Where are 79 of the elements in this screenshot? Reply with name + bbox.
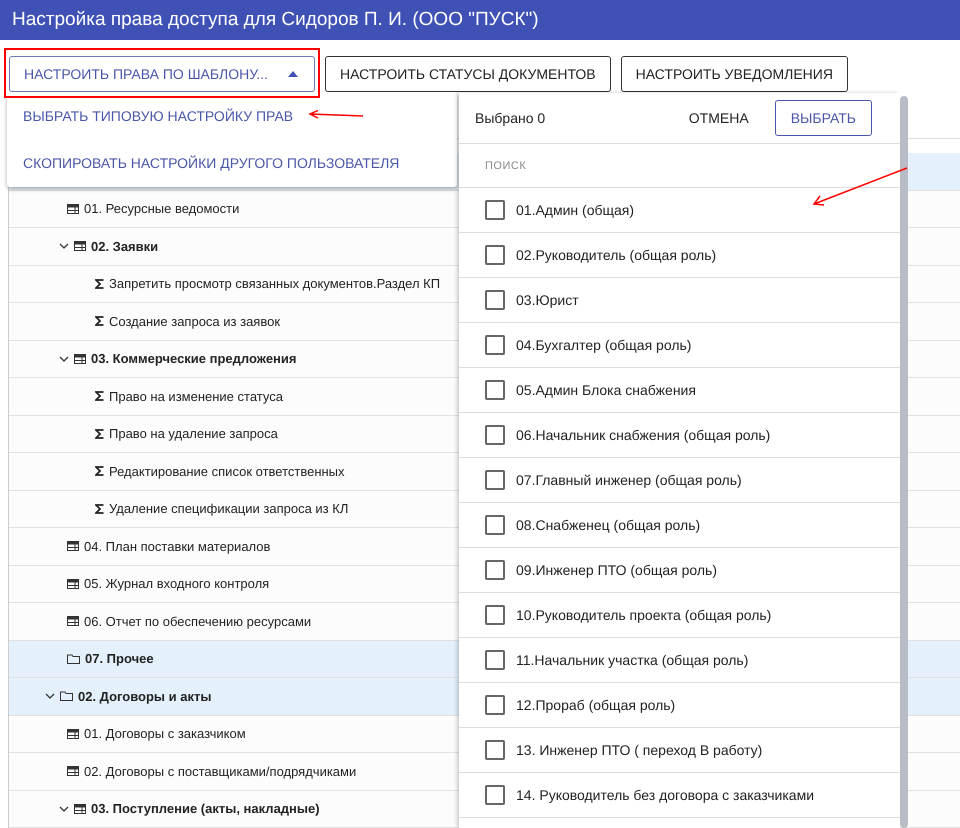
menu-item[interactable]: ВЫБРАТЬ ТИПОВУЮ НАСТРОЙКУ ПРАВ	[7, 92, 457, 139]
tree-item[interactable]: 02. Заявки	[91, 238, 158, 254]
checkbox[interactable]	[485, 380, 505, 400]
tree-item[interactable]: 04. План поставки материалов	[84, 538, 270, 554]
role-label[interactable]: 09.Инженер ПТО (общая роль)	[516, 562, 717, 578]
checkbox[interactable]	[485, 200, 505, 220]
caret-icon	[288, 71, 298, 77]
sigma-icon	[95, 504, 104, 514]
sigma-icon	[95, 391, 104, 402]
selected-count: Выбрано 0	[475, 110, 546, 126]
table-icon	[74, 241, 86, 252]
role-label[interactable]: 10.Руководитель проекта (общая роль)	[516, 607, 772, 623]
sigma-icon	[95, 278, 104, 289]
table-icon	[67, 616, 79, 626]
folder-icon	[67, 654, 80, 664]
tree-item[interactable]: 03. Поступление (акты, накладные)	[91, 801, 320, 816]
checkbox[interactable]	[485, 695, 505, 715]
checkbox[interactable]	[485, 290, 505, 310]
role-label[interactable]: 03.Юрист	[516, 292, 579, 308]
tree-item[interactable]: 05. Журнал входного контроля	[84, 576, 270, 592]
checkbox[interactable]	[485, 785, 505, 805]
tree-item[interactable]: 01. Договоры с заказчиком	[84, 726, 246, 742]
tree-item[interactable]: 06. Отчет по обеспечению ресурсами	[84, 614, 312, 629]
table-icon	[74, 354, 86, 364]
annotation-arrow	[308, 110, 364, 120]
role-label[interactable]: 08.Снабженец (общая роль)	[516, 517, 700, 533]
sigma-icon	[95, 428, 104, 439]
window-title: Настройка права доступа для Сидоров П. И. (ООО "ПУСК")	[12, 9, 539, 31]
role-label[interactable]: 11.Начальник участка (общая роль)	[516, 652, 748, 668]
role-label[interactable]: 12.Прораб (общая роль)	[516, 697, 676, 713]
chevron-icon[interactable]	[59, 806, 69, 812]
table-icon	[67, 766, 79, 776]
select-button[interactable]: ВЫБРАТЬ	[774, 100, 872, 136]
template-menu-button[interactable]: НАСТРОИТЬ ПРАВА ПО ШАБЛОНУ...	[9, 56, 315, 92]
cancel-button[interactable]: ОТМЕНА	[676, 104, 761, 132]
checkbox[interactable]	[485, 740, 505, 760]
table-icon	[67, 541, 79, 552]
role-label[interactable]: 01.Админ (общая)	[516, 202, 634, 218]
tree-item[interactable]: Создание запроса из заявок	[109, 314, 280, 329]
chevron-icon[interactable]	[59, 243, 69, 250]
chevron-icon[interactable]	[59, 356, 69, 362]
checkbox[interactable]	[485, 515, 505, 535]
table-icon	[67, 728, 79, 739]
role-label[interactable]: 06.Начальник снабжения (общая роль)	[516, 427, 770, 443]
tree-item[interactable]: Удаление спецификации запроса из КЛ	[109, 501, 348, 516]
role-label[interactable]: 02.Руководитель (общая роль)	[516, 247, 716, 263]
menu-item[interactable]: СКОПИРОВАТЬ НАСТРОЙКИ ДРУГОГО ПОЛЬЗОВАТЕЛЯ	[7, 139, 457, 186]
tree-item[interactable]: 03. Коммерческие предложения	[91, 351, 296, 366]
tree-item[interactable]: 07. Прочее	[85, 651, 154, 666]
checkbox[interactable]	[485, 335, 505, 355]
role-label[interactable]: 07.Главный инженер (общая роль)	[516, 472, 742, 488]
sigma-icon	[95, 316, 104, 326]
search-field[interactable]: ПОИСК	[459, 144, 900, 188]
sigma-icon	[95, 466, 104, 476]
checkbox[interactable]	[485, 560, 505, 580]
table-icon	[74, 804, 86, 814]
tree-item[interactable]: 02. Договоры с поставщиками/подрядчиками	[84, 764, 356, 779]
tree-item[interactable]: 02. Договоры и акты	[78, 688, 212, 704]
chevron-icon[interactable]	[45, 693, 55, 700]
checkbox[interactable]	[485, 650, 505, 670]
tree-item[interactable]: Право на удаление запроса	[109, 426, 278, 442]
tree-item[interactable]: Запретить просмотр связанных документов.Раздел КП	[109, 276, 440, 292]
checkbox[interactable]	[485, 245, 505, 265]
table-icon	[67, 578, 79, 589]
table-icon	[67, 204, 79, 214]
role-label[interactable]: 05.Админ Блока снабжения	[516, 382, 696, 398]
checkbox[interactable]	[485, 470, 505, 490]
role-label[interactable]: 04.Бухгалтер (общая роль)	[516, 337, 692, 353]
tree-item[interactable]: 01. Ресурсные ведомости	[84, 201, 240, 216]
scrollbar[interactable]	[900, 96, 908, 828]
role-label[interactable]: 14. Руководитель без договора с заказчиками	[516, 787, 814, 803]
tree-item[interactable]: Редактирование список ответственных	[109, 464, 345, 479]
checkbox[interactable]	[485, 425, 505, 445]
tree-item[interactable]: Право на изменение статуса	[109, 388, 283, 404]
toolbar-button[interactable]: НАСТРОИТЬ СТАТУСЫ ДОКУМЕНТОВ	[325, 56, 611, 92]
role-label[interactable]: 13. Инженер ПТО ( переход В работу)	[516, 742, 762, 758]
checkbox[interactable]	[485, 605, 505, 625]
toolbar-button[interactable]: НАСТРОИТЬ УВЕДОМЛЕНИЯ	[620, 56, 848, 92]
folder-icon	[60, 691, 73, 702]
